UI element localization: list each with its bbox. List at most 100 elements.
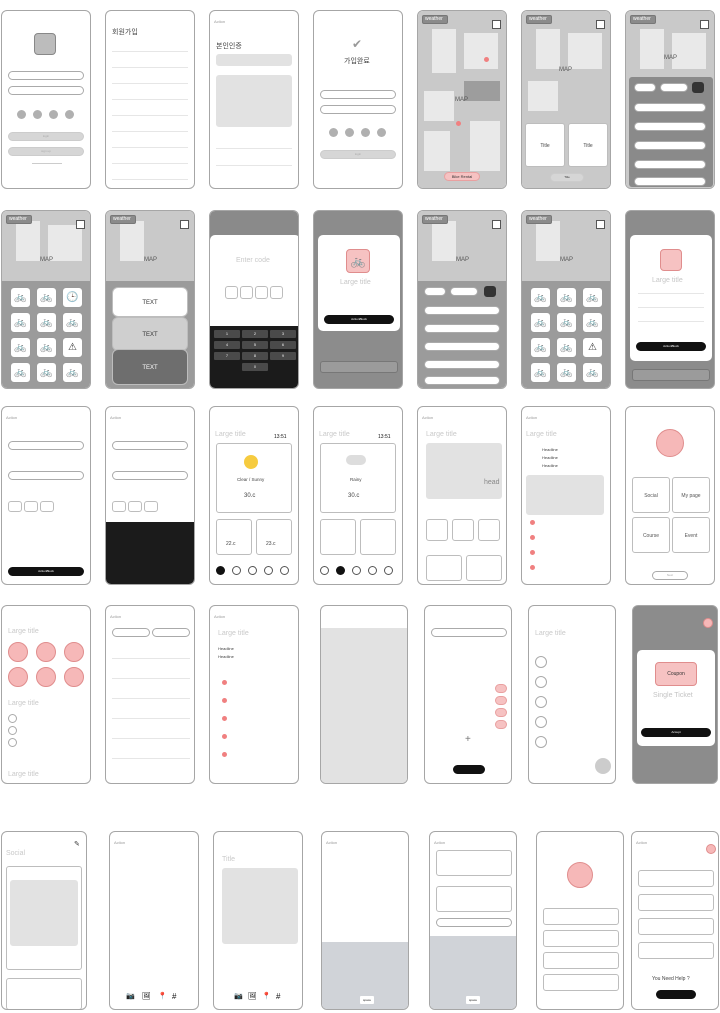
bike-tile[interactable]: 🚲: [582, 362, 603, 383]
avatar[interactable]: [706, 844, 716, 854]
menu-event[interactable]: Event: [672, 517, 710, 553]
key[interactable]: 0: [242, 363, 268, 371]
clock-tile[interactable]: 🕒: [62, 287, 83, 308]
bike-tile[interactable]: 🚲: [556, 337, 577, 358]
card[interactable]: [426, 555, 462, 581]
back-button[interactable]: Action: [110, 614, 121, 619]
toggle[interactable]: [495, 696, 507, 705]
weather-badge[interactable]: weather: [110, 215, 136, 224]
page-dot[interactable]: [384, 566, 393, 575]
login-button[interactable]: login: [8, 132, 84, 141]
circle-item[interactable]: [64, 642, 84, 662]
code-box[interactable]: [24, 501, 38, 512]
list-item[interactable]: [424, 324, 500, 333]
avatar[interactable]: [8, 714, 17, 723]
fab-add-button[interactable]: [595, 758, 611, 774]
title-button[interactable]: Title: [550, 173, 584, 182]
list-item[interactable]: [638, 918, 714, 935]
back-button[interactable]: Action: [326, 840, 337, 845]
menu-mypage[interactable]: My page: [672, 477, 710, 513]
menu-course[interactable]: Course: [632, 517, 670, 553]
pin-icon[interactable]: [484, 57, 489, 62]
forecast-card[interactable]: [320, 519, 356, 555]
toggle[interactable]: [495, 720, 507, 729]
thumb[interactable]: [452, 519, 474, 541]
toggle[interactable]: [495, 684, 507, 693]
list-item[interactable]: [634, 122, 706, 131]
list-item[interactable]: [638, 870, 714, 887]
accept-button[interactable]: Accept: [641, 728, 711, 737]
avatar[interactable]: [8, 726, 17, 735]
camera-icon[interactable]: 📷: [126, 992, 135, 1000]
back-button[interactable]: Action: [434, 840, 445, 845]
location-icon[interactable]: 📍: [158, 992, 167, 1000]
card[interactable]: Title: [568, 123, 608, 167]
list-item[interactable]: [634, 141, 706, 150]
name-field[interactable]: [216, 54, 292, 66]
menu-icon[interactable]: [596, 20, 605, 29]
key[interactable]: 1: [214, 330, 240, 338]
page-dot[interactable]: [336, 566, 345, 575]
bike-tile[interactable]: 🚲: [62, 312, 83, 333]
code-box[interactable]: [112, 501, 126, 512]
page-dot[interactable]: [232, 566, 241, 575]
code-digit[interactable]: [270, 286, 283, 299]
list-item[interactable]: [634, 177, 706, 186]
back-button[interactable]: Action: [636, 840, 647, 845]
code-box[interactable]: [40, 501, 54, 512]
bike-tile[interactable]: 🚲: [10, 362, 31, 383]
comment-input[interactable]: [436, 918, 512, 927]
key[interactable]: 9: [270, 352, 296, 360]
code-box[interactable]: [8, 501, 22, 512]
action-button[interactable]: [453, 765, 485, 774]
menu-icon[interactable]: [492, 220, 501, 229]
back-button[interactable]: Action: [422, 415, 433, 420]
search-filter[interactable]: [660, 83, 688, 92]
sns-icon[interactable]: [329, 128, 338, 137]
circle-item[interactable]: [36, 642, 56, 662]
list-item[interactable]: [634, 103, 706, 112]
sns-icon[interactable]: [49, 110, 58, 119]
key[interactable]: 3: [270, 330, 296, 338]
list-item[interactable]: [543, 908, 619, 925]
menu-icon[interactable]: [76, 220, 85, 229]
list-item[interactable]: [634, 160, 706, 169]
add-icon[interactable]: +: [465, 734, 471, 745]
back-button[interactable]: Action: [114, 840, 125, 845]
avatar[interactable]: [535, 656, 547, 668]
bike-tile[interactable]: 🚲: [556, 287, 577, 308]
input-field[interactable]: [8, 471, 84, 480]
bike-tile[interactable]: 🚲: [530, 312, 551, 333]
card[interactable]: Title: [525, 123, 565, 167]
menu-icon[interactable]: [700, 20, 709, 29]
page-dot[interactable]: [352, 566, 361, 575]
list-item[interactable]: [424, 376, 500, 385]
next-button[interactable]: Next: [652, 571, 688, 580]
search-filter[interactable]: [424, 287, 446, 296]
input-field[interactable]: [320, 90, 396, 99]
location-icon[interactable]: 📍: [262, 992, 271, 1000]
forecast-card[interactable]: [216, 519, 252, 555]
code-box[interactable]: [128, 501, 142, 512]
list-item[interactable]: [424, 360, 500, 369]
bike-tile[interactable]: 🚲: [36, 312, 57, 333]
comment-card[interactable]: [436, 886, 512, 912]
list-item[interactable]: [424, 342, 500, 351]
circle-item[interactable]: [8, 642, 28, 662]
avatar[interactable]: [567, 862, 593, 888]
back-button[interactable]: Action: [6, 415, 17, 420]
bike-tile[interactable]: 🚲: [556, 362, 577, 383]
option-card[interactable]: TEXT: [112, 287, 188, 317]
thumb[interactable]: [478, 519, 500, 541]
tab[interactable]: [112, 628, 150, 637]
avatar[interactable]: [535, 716, 547, 728]
forecast-card[interactable]: [256, 519, 292, 555]
search-filter[interactable]: [450, 287, 478, 296]
tab[interactable]: [152, 628, 190, 637]
input-field[interactable]: [8, 441, 84, 450]
code-digit[interactable]: [255, 286, 268, 299]
bike-tile[interactable]: 🚲: [530, 337, 551, 358]
bike-tile[interactable]: 🚲: [36, 337, 57, 358]
gallery-icon[interactable]: 🖼: [248, 992, 257, 1000]
key[interactable]: 5: [242, 341, 268, 349]
